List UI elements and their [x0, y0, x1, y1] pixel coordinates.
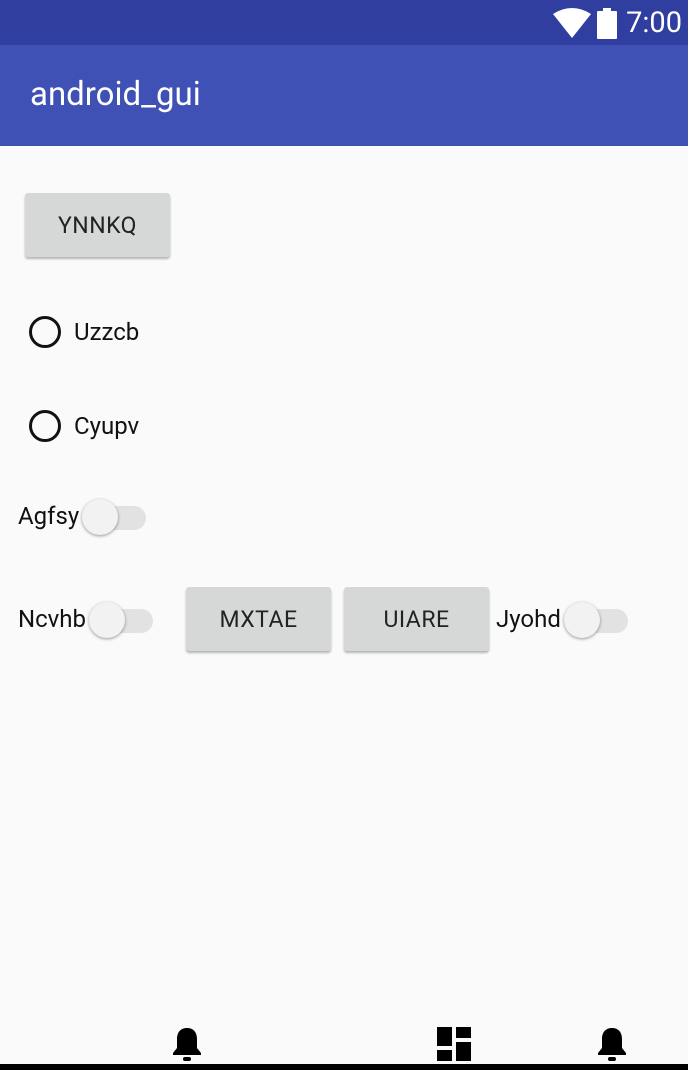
- switch-label-agfsy: Agfsy: [18, 502, 80, 530]
- battery-icon: [597, 8, 617, 39]
- switch-label-ncvhb: Ncvhb: [18, 605, 87, 633]
- switch-label-jyohd: Jyohd: [496, 605, 561, 633]
- uiare-button[interactable]: UIARE: [344, 587, 489, 651]
- navigation-bar: [0, 1064, 688, 1070]
- switch-agfsy[interactable]: [82, 497, 148, 535]
- app-bar: android_gui: [0, 45, 688, 146]
- status-time: 7:00: [626, 6, 682, 40]
- status-bar: 7:00: [0, 0, 688, 45]
- radio-label: Uzzcb: [74, 318, 140, 346]
- radio-label: Cyupv: [74, 412, 140, 440]
- bell-icon[interactable]: [171, 1026, 203, 1062]
- radio-circle-icon[interactable]: [29, 410, 61, 442]
- radio-circle-icon[interactable]: [29, 316, 61, 348]
- bell-icon[interactable]: [596, 1026, 628, 1062]
- switch-thumb[interactable]: [82, 499, 118, 535]
- switch-thumb[interactable]: [564, 602, 600, 638]
- switch-jyohd[interactable]: [564, 600, 630, 638]
- radio-uzzcb[interactable]: Uzzcb: [29, 316, 139, 348]
- switch-ncvhb[interactable]: [89, 600, 155, 638]
- radio-cyupv[interactable]: Cyupv: [29, 410, 139, 442]
- app-title: android_gui: [30, 75, 201, 114]
- mxtae-button[interactable]: MXTAE: [186, 587, 331, 651]
- ynnkq-button[interactable]: YNNKQ: [25, 193, 170, 257]
- wifi-icon: [553, 8, 591, 38]
- switch-thumb[interactable]: [89, 602, 125, 638]
- dashboard-icon[interactable]: [437, 1027, 471, 1061]
